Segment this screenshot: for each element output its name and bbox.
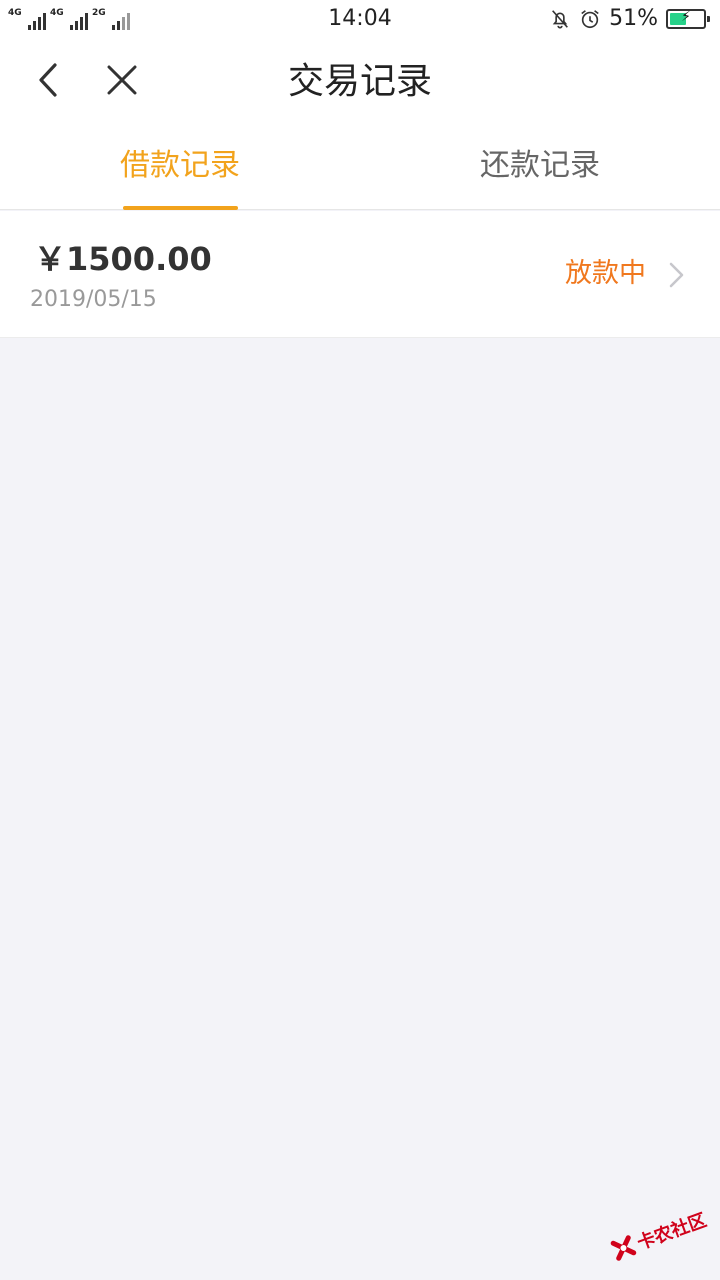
watermark-text: 卡农社区 [634, 1209, 710, 1255]
active-tab-indicator [123, 206, 238, 210]
loan-amount: ￥1500.00 [34, 240, 212, 278]
loan-date: 2019/05/15 [30, 287, 157, 312]
battery-percent: 51% [609, 6, 658, 31]
status-badge: 放款中 [565, 258, 646, 289]
status-bar: 4G 4G 2G 14:04 51% ⚡ [0, 0, 720, 38]
tab-repayment-records[interactable]: 还款记录 [360, 128, 720, 210]
page-title: 交易记录 [287, 61, 432, 102]
nav-bar: 交易记录 [0, 38, 720, 128]
record-tabs: 借款记录 还款记录 [0, 128, 720, 210]
logo-mark-icon [610, 1235, 637, 1261]
chevron-right-icon [669, 262, 684, 288]
charging-bolt-icon: ⚡ [681, 9, 691, 25]
watermark-logo: 卡农社区 [605, 1194, 719, 1275]
list-item[interactable]: ￥1500.00 2019/05/15 放款中 [0, 211, 720, 338]
alarm-clock-icon [581, 10, 599, 29]
status-right: 51% ⚡ [549, 6, 710, 32]
tab-loan-records[interactable]: 借款记录 [0, 128, 360, 210]
tab-label: 借款记录 [120, 148, 240, 183]
tab-label: 还款记录 [480, 148, 600, 183]
mute-bell-icon [552, 10, 569, 29]
battery-charging-icon: ⚡ [666, 9, 710, 29]
